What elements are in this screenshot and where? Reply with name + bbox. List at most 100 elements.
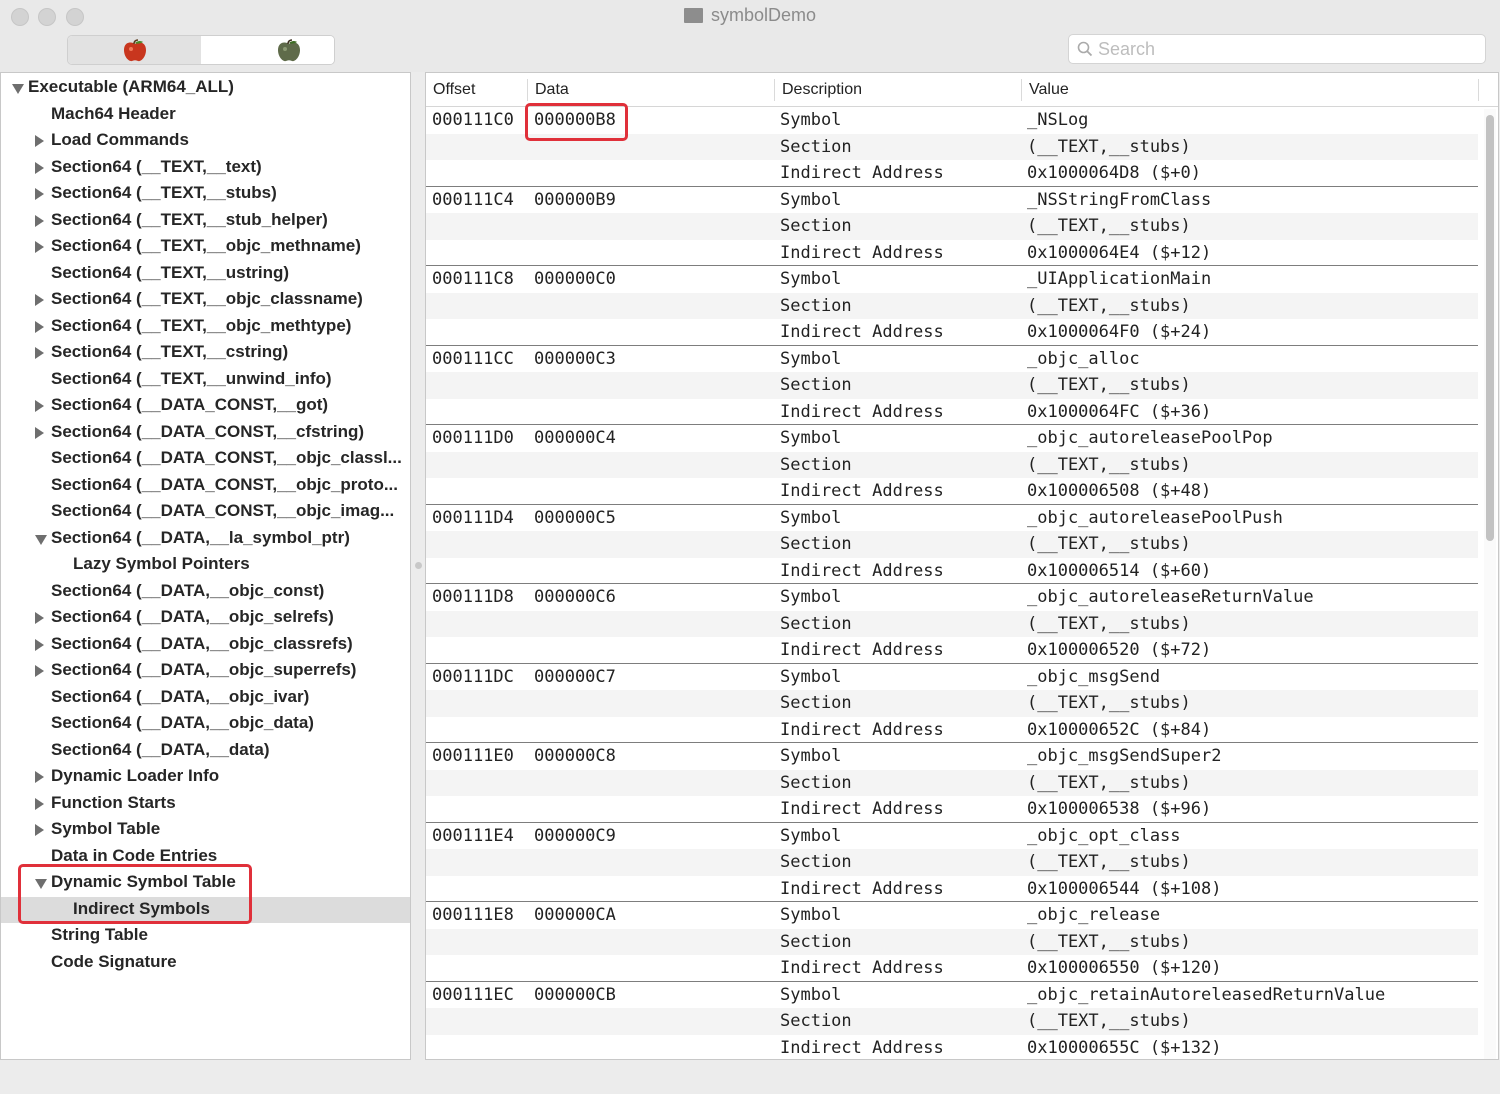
- table-row[interactable]: Indirect Address 0x100006544 ($+108): [426, 876, 1478, 903]
- sidebar-item[interactable]: Section64 (__DATA_CONST,__cfstring): [1, 420, 410, 446]
- table-row[interactable]: Section (__TEXT,__stubs): [426, 451, 1478, 478]
- sidebar-item[interactable]: Section64 (__TEXT,__ustring): [1, 261, 410, 287]
- column-header-offset[interactable]: Offset: [433, 81, 475, 99]
- table-row[interactable]: Indirect Address 0x100006538 ($+96): [426, 796, 1478, 823]
- disclosure-triangle-collapsed-icon[interactable]: [35, 612, 44, 624]
- column-separator[interactable]: [774, 79, 775, 101]
- column-separator[interactable]: [527, 79, 528, 101]
- sidebar-item[interactable]: Section64 (__DATA,__objc_data): [1, 711, 410, 737]
- sidebar-item[interactable]: Section64 (__TEXT,__objc_methtype): [1, 314, 410, 340]
- table-row[interactable]: 000111EC 000000CB Symbol _objc_retainAutore…: [426, 982, 1478, 1009]
- sidebar-item[interactable]: Function Starts: [1, 791, 410, 817]
- table-row[interactable]: Section (__TEXT,__stubs): [426, 769, 1478, 796]
- table-row[interactable]: Section (__TEXT,__stubs): [426, 531, 1478, 558]
- table-row[interactable]: Indirect Address 0x10000652C ($+84): [426, 717, 1478, 744]
- disclosure-triangle-collapsed-icon[interactable]: [35, 797, 44, 810]
- table-row[interactable]: Indirect Address 0x1000064FC ($+36): [426, 399, 1478, 426]
- disclosure-triangle-collapsed-icon[interactable]: [35, 426, 44, 439]
- table-row[interactable]: 000111D4 000000C5 Symbol _objc_autoreleaseP…: [426, 505, 1478, 532]
- sidebar-item[interactable]: Section64 (__TEXT,__text): [1, 155, 410, 181]
- table-row[interactable]: Section (__TEXT,__stubs): [426, 610, 1478, 637]
- column-header-value[interactable]: Value: [1029, 81, 1069, 99]
- table-row[interactable]: 000111C8 000000C0 Symbol _UIApplicationMain: [426, 266, 1478, 293]
- sidebar-item[interactable]: String Table: [1, 923, 410, 949]
- sidebar-item[interactable]: Section64 (__DATA,__objc_classrefs): [1, 632, 410, 658]
- column-separator[interactable]: [1478, 79, 1479, 101]
- table-record[interactable]: 000111CC 000000C3 Symbol _objc_alloc Section…: [426, 346, 1478, 426]
- table-row[interactable]: Indirect Address 0x1000064E4 ($+12): [426, 240, 1478, 267]
- table-row[interactable]: Indirect Address 0x100006514 ($+60): [426, 558, 1478, 585]
- table-row[interactable]: Indirect Address 0x100006550 ($+120): [426, 955, 1478, 982]
- sidebar-item[interactable]: Section64 (__DATA,__objc_superrefs): [1, 658, 410, 684]
- sidebar-item[interactable]: Section64 (__TEXT,__stub_helper): [1, 208, 410, 234]
- table-row[interactable]: 000111D0 000000C4 Symbol _objc_autoreleaseP…: [426, 425, 1478, 452]
- table-row[interactable]: Section (__TEXT,__stubs): [426, 928, 1478, 955]
- table-row[interactable]: Section (__TEXT,__stubs): [426, 690, 1478, 717]
- table-row[interactable]: Indirect Address 0x1000064F0 ($+24): [426, 319, 1478, 346]
- disclosure-triangle-collapsed-icon[interactable]: [35, 214, 44, 227]
- sidebar-item[interactable]: Section64 (__TEXT,__objc_methname): [1, 234, 410, 260]
- column-header-data[interactable]: Data: [535, 81, 569, 99]
- sidebar-item[interactable]: Section64 (__DATA,__objc_ivar): [1, 685, 410, 711]
- disclosure-triangle-collapsed-icon[interactable]: [35, 188, 44, 200]
- disclosure-triangle-collapsed-icon[interactable]: [35, 347, 44, 359]
- table-record[interactable]: 000111E8 000000CA Symbol _objc_release Secti…: [426, 902, 1478, 982]
- disclosure-triangle-collapsed-icon[interactable]: [35, 320, 44, 333]
- table-row[interactable]: 000111E8 000000CA Symbol _objc_release: [426, 902, 1478, 929]
- view-mode-segmented-control[interactable]: [67, 35, 335, 65]
- disclosure-triangle-collapsed-icon[interactable]: [35, 241, 44, 253]
- segment-red-apple[interactable]: [68, 36, 201, 64]
- sidebar-item[interactable]: Symbol Table: [1, 817, 410, 843]
- table-row[interactable]: Indirect Address 0x100006520 ($+72): [426, 637, 1478, 664]
- table-record[interactable]: 000111C4 000000B9 Symbol _NSStringFromClass…: [426, 187, 1478, 267]
- disclosure-triangle-expanded-icon[interactable]: [35, 534, 47, 545]
- table-row[interactable]: Section (__TEXT,__stubs): [426, 292, 1478, 319]
- sidebar-item[interactable]: Dynamic Loader Info: [1, 764, 410, 790]
- disclosure-triangle-expanded-icon[interactable]: [12, 84, 24, 94]
- table-record[interactable]: 000111D8 000000C6 Symbol _objc_autoreleaseR…: [426, 584, 1478, 664]
- table-record[interactable]: 000111E0 000000C8 Symbol _objc_msgSendSuper…: [426, 743, 1478, 823]
- table-record[interactable]: 000111C8 000000C0 Symbol _UIApplicationMain…: [426, 266, 1478, 346]
- table-row[interactable]: 000111C4 000000B9 Symbol _NSStringFromClass: [426, 187, 1478, 214]
- table-record[interactable]: 000111DC 000000C7 Symbol _objc_msgSend Secti…: [426, 664, 1478, 744]
- disclosure-triangle-collapsed-icon[interactable]: [35, 161, 44, 174]
- search-input[interactable]: [1096, 37, 1480, 61]
- vertical-scrollbar[interactable]: [1484, 109, 1496, 1059]
- disclosure-triangle-collapsed-icon[interactable]: [35, 638, 44, 651]
- sidebar-item[interactable]: Section64 (__DATA,__objc_selrefs): [1, 605, 410, 631]
- column-separator[interactable]: [1021, 79, 1022, 101]
- sidebar-item[interactable]: Section64 (__DATA_CONST,__objc_proto...: [1, 473, 410, 499]
- table-row[interactable]: Section (__TEXT,__stubs): [426, 213, 1478, 240]
- table-row[interactable]: 000111CC 000000C3 Symbol _objc_alloc: [426, 346, 1478, 373]
- sidebar-item[interactable]: Mach64 Header: [1, 102, 410, 128]
- disclosure-triangle-collapsed-icon[interactable]: [35, 665, 44, 677]
- column-header-description[interactable]: Description: [782, 81, 862, 99]
- scrollbar-thumb[interactable]: [1486, 115, 1494, 541]
- sidebar-item[interactable]: Section64 (__DATA,__la_symbol_ptr): [1, 526, 410, 552]
- table-record[interactable]: 000111D0 000000C4 Symbol _objc_autoreleaseP…: [426, 425, 1478, 505]
- sidebar-item[interactable]: Section64 (__TEXT,__unwind_info): [1, 367, 410, 393]
- sidebar-item[interactable]: Section64 (__DATA_CONST,__got): [1, 393, 410, 419]
- indirect-symbols-table[interactable]: Offset Data Description Value 000111C0 00…: [425, 72, 1499, 1060]
- table-row[interactable]: 000111DC 000000C7 Symbol _objc_msgSend: [426, 664, 1478, 691]
- segment-green-apple[interactable]: [201, 36, 334, 64]
- sidebar-item[interactable]: Section64 (__DATA_CONST,__objc_imag...: [1, 499, 410, 525]
- table-record[interactable]: 000111D4 000000C5 Symbol _objc_autoreleaseP…: [426, 505, 1478, 585]
- disclosure-triangle-collapsed-icon[interactable]: [35, 771, 44, 783]
- sidebar-item[interactable]: Section64 (__TEXT,__cstring): [1, 340, 410, 366]
- table-row[interactable]: 000111E0 000000C8 Symbol _objc_msgSendSuper…: [426, 743, 1478, 770]
- table-row[interactable]: Section (__TEXT,__stubs): [426, 372, 1478, 399]
- table-row[interactable]: Indirect Address 0x10000655C ($+132): [426, 1035, 1478, 1060]
- sidebar-item[interactable]: Executable (ARM64_ALL): [1, 75, 410, 101]
- table-row[interactable]: Section (__TEXT,__stubs): [426, 1008, 1478, 1035]
- search-field[interactable]: [1068, 34, 1486, 64]
- sidebar-item[interactable]: Section64 (__TEXT,__stubs): [1, 181, 410, 207]
- split-view-divider-handle[interactable]: [415, 562, 422, 569]
- sidebar-item[interactable]: Code Signature: [1, 950, 410, 976]
- disclosure-triangle-collapsed-icon[interactable]: [35, 824, 44, 836]
- sidebar-item[interactable]: Lazy Symbol Pointers: [1, 552, 410, 578]
- sidebar-item[interactable]: Section64 (__DATA,__objc_const): [1, 579, 410, 605]
- disclosure-triangle-collapsed-icon[interactable]: [35, 400, 44, 412]
- table-row[interactable]: Section (__TEXT,__stubs): [426, 849, 1478, 876]
- table-record[interactable]: 000111EC 000000CB Symbol _objc_retainAutore…: [426, 982, 1478, 1060]
